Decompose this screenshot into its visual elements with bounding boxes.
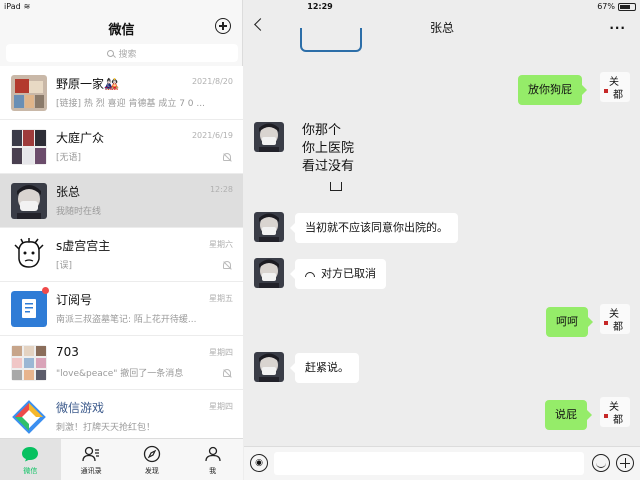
chat-time: 星期四 [209,348,233,357]
tab-label: 通讯录 [80,467,102,475]
chat-preview: [误] [56,261,73,271]
chat-preview: 刺激！打牌天天抢红包！ [56,423,156,433]
list-item[interactable]: 张总 12:28 我随时在线 [0,174,243,228]
game-icon [11,399,47,435]
search-icon [107,49,115,57]
chat-name: 订阅号 [56,293,93,307]
plus-icon[interactable] [616,454,634,472]
chat-preview: 南派三叔盗墓笔记: 陌上花开待缓... [56,315,197,325]
contact-avatar [254,122,284,152]
input-bar: ◉ [244,446,640,480]
hospital-icon [330,182,342,191]
message-input[interactable] [274,452,584,475]
svg-text:都: 都 [613,414,623,426]
chat-time: 星期六 [209,240,233,249]
chat-name: 微信游戏 [56,401,105,415]
chat-name: s虚宫宫主 [56,239,111,253]
chat-list-title: 微信 [108,23,135,38]
chat-name: 野原一家🎎 [56,77,119,91]
chat-preview: "love&peace" 撤回了一条消息 [56,369,184,379]
mute-icon [223,369,231,377]
list-item[interactable]: 野原一家🎎 2021/8/20 [链接] 热 烈 喜迎 肯德基 成立 7 0 .… [0,66,243,120]
phone-hangup-icon [305,271,315,277]
chat-time: 星期五 [209,294,233,303]
call-cancelled-bubble[interactable]: 对方已取消 [290,259,386,289]
contact-avatar [254,258,284,288]
svg-text:关: 关 [609,307,619,320]
person-icon [204,445,222,463]
message-bubble-out[interactable]: 放你狗屁 [518,75,587,105]
status-right: 67% [597,2,636,11]
svg-text:关: 关 [609,75,619,88]
my-avatar: 关都 [600,304,630,334]
mute-icon [223,153,231,161]
sticker-partial [300,28,362,52]
tab-label: 我 [209,467,217,475]
chat-list-pane: 微信 搜索 野原一家🎎 2021/8/20 [链接] 热 烈 喜迎 肯德基 成立… [0,0,243,480]
contact-avatar [254,352,284,382]
message-bubble-out[interactable]: 说屁 [545,400,592,430]
tab-contacts[interactable]: 通讯录 [61,439,122,480]
chat-preview: [链接] 热 烈 喜迎 肯德基 成立 7 0 ... [56,99,205,109]
contact-avatar [254,212,284,242]
chat-time: 2021/6/19 [191,131,233,140]
tab-me[interactable]: 我 [182,439,243,480]
avatar [11,345,47,381]
my-avatar: 关都 [600,397,630,427]
contacts-icon [82,445,100,463]
add-button[interactable] [215,18,231,34]
unread-badge [42,287,49,294]
emoji-icon[interactable] [592,454,610,472]
chat-bubble-icon [21,445,39,463]
chat-preview: 我随时在线 [56,207,102,217]
search-placeholder: 搜索 [118,49,137,60]
list-item[interactable]: 大庭广众 2021/6/19 [无语] [0,120,243,174]
tab-label: 微信 [23,467,38,475]
message-bubble-out[interactable]: 呵呵 [546,307,593,337]
list-item[interactable]: s虚宫宫主 星期六 [误] [0,228,243,282]
compass-icon [143,445,161,463]
chat-time: 2021/8/20 [191,77,233,86]
status-bar: iPad ≋ 12:29 67% [0,0,640,14]
voice-icon[interactable]: ◉ [250,454,268,472]
chat-name: 大庭广众 [56,131,105,145]
sticker-text: 你那个 你上医院 看过没有 [302,123,355,174]
tab-chats[interactable]: 微信 [0,439,61,480]
mute-icon [223,261,231,269]
chat-time: 星期四 [209,402,233,411]
avatar [11,129,47,165]
tab-bar: 微信 通讯录 发现 我 [0,438,243,480]
chat-list-header: 微信 [0,14,243,42]
avatar [11,183,47,219]
chat-name: 张总 [56,185,81,199]
list-item[interactable]: 微信游戏 星期四 刺激！打牌天天抢红包！ [0,390,243,444]
chat-name: 703 [56,345,79,359]
battery-icon [618,2,636,11]
battery-percent: 67% [597,2,615,11]
list-item[interactable]: 703 星期四 "love&peace" 撤回了一条消息 [0,336,243,390]
call-status-text: 对方已取消 [321,267,376,280]
list-item[interactable]: 订阅号 星期五 南派三叔盗墓笔记: 陌上花开待缓... [0,282,243,336]
svg-text:关: 关 [609,400,619,413]
subscription-icon [11,291,47,327]
chat-list: 野原一家🎎 2021/8/20 [链接] 热 烈 喜迎 肯德基 成立 7 0 .… [0,66,243,444]
message-bubble-in[interactable]: 当初就不应该同意你出院的。 [290,213,458,243]
message-bubble-in[interactable]: 赶紧说。 [290,353,359,383]
chat-preview: [无语] [56,153,82,163]
svg-text:都: 都 [613,321,623,333]
tab-label: 发现 [144,467,159,475]
chat-time: 12:28 [209,185,233,194]
more-icon[interactable]: ··· [609,21,626,35]
avatar [11,75,47,111]
handwriting-sticker[interactable]: 你那个 你上医院 看过没有 [302,122,372,176]
search-input[interactable]: 搜索 [6,44,238,62]
my-avatar: 关都 [600,72,630,102]
svg-text:都: 都 [613,89,623,101]
conversation-pane: 张总 ··· 放你狗屁 关都 你那个 你上医院 看过没有 当初就不应该同意你出院… [244,0,640,480]
status-time: 12:29 [307,2,333,11]
tab-discover[interactable]: 发现 [122,439,183,480]
avatar [11,237,47,273]
